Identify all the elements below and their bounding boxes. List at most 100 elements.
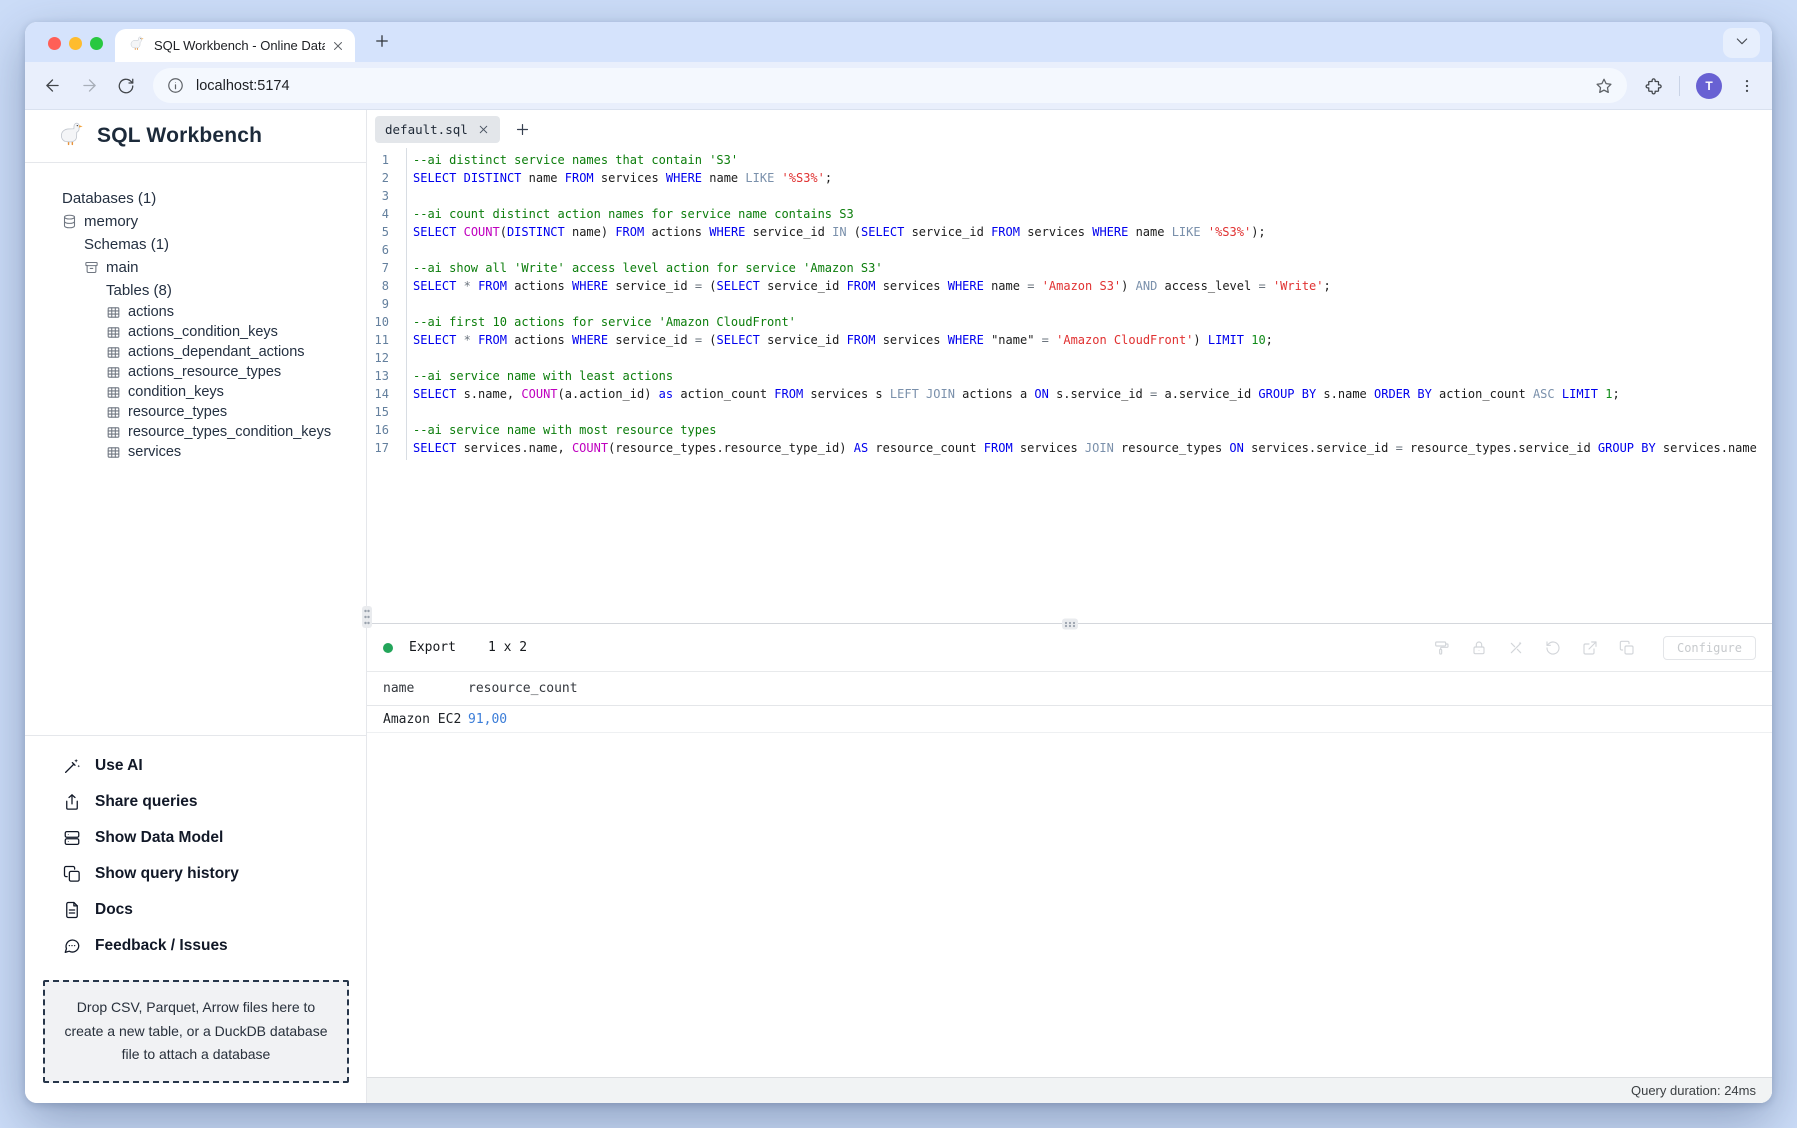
- statusbar: Query duration: 24ms: [367, 1077, 1772, 1103]
- sidebar-table-item[interactable]: resource_types: [106, 402, 356, 422]
- tab-close-icon[interactable]: [331, 39, 345, 53]
- line-number: 16: [367, 421, 389, 439]
- code-line: [413, 349, 1772, 367]
- tree-schema-main[interactable]: main: [84, 256, 356, 279]
- goose-logo-icon: [58, 120, 85, 152]
- tab-search-button[interactable]: [1723, 28, 1760, 58]
- site-info-icon[interactable]: [167, 77, 184, 94]
- sidebar-table-item[interactable]: actions_resource_types: [106, 362, 356, 382]
- code-line: [413, 241, 1772, 259]
- tree-database-memory[interactable]: memory: [62, 210, 356, 233]
- maximize-window-button[interactable]: [90, 37, 103, 50]
- table-icon: [106, 385, 121, 400]
- extensions-icon[interactable]: [1645, 77, 1663, 95]
- address-bar[interactable]: localhost:5174: [153, 68, 1627, 103]
- sidebar-table-item[interactable]: actions_condition_keys: [106, 322, 356, 342]
- tree-tables-label: Tables (8): [106, 279, 356, 302]
- table-icon: [106, 345, 121, 360]
- results-resize-handle[interactable]: [1062, 619, 1078, 630]
- code-line: [413, 403, 1772, 421]
- table-row[interactable]: Amazon EC291,00: [367, 706, 1772, 733]
- format-wand-icon[interactable]: [1508, 640, 1524, 656]
- tree-databases-label: Databases (1): [62, 187, 356, 210]
- paint-roller-icon[interactable]: [1434, 640, 1450, 656]
- editor-tab-close-icon[interactable]: [477, 123, 490, 136]
- share-icon: [63, 793, 81, 811]
- results-panel: Export 1 x 2 Configure nameresource_coun…: [367, 624, 1772, 1103]
- line-number: 5: [367, 223, 389, 241]
- sidebar-menu: Use AIShare queriesShow Data ModelShow q…: [25, 735, 366, 972]
- code-line: SELECT services.name, COUNT(resource_typ…: [413, 439, 1772, 457]
- new-tab-button[interactable]: [373, 32, 391, 50]
- sql-editor[interactable]: 1234567891011121314151617 --ai distinct …: [367, 148, 1772, 624]
- browser-toolbar: localhost:5174 T: [25, 62, 1772, 110]
- results-header: Export 1 x 2 Configure: [367, 624, 1772, 672]
- line-number: 9: [367, 295, 389, 313]
- results-table-header: nameresource_count: [367, 672, 1772, 706]
- sidebar-table-item[interactable]: services: [106, 442, 356, 462]
- sidebar-table-item[interactable]: actions: [106, 302, 356, 322]
- column-header[interactable]: name: [383, 681, 468, 696]
- bookmark-star-icon[interactable]: [1595, 77, 1613, 95]
- tree-schemas-label: Schemas (1): [84, 233, 356, 256]
- results-table: nameresource_count Amazon EC291,00: [367, 672, 1772, 733]
- minimize-window-button[interactable]: [69, 37, 82, 50]
- table-icon: [106, 325, 121, 340]
- code-line: --ai first 10 actions for service 'Amazo…: [413, 313, 1772, 331]
- line-number: 10: [367, 313, 389, 331]
- wand-sparkles-icon: [63, 757, 81, 775]
- browser-tab-title: SQL Workbench - Online Data: [154, 38, 325, 53]
- lock-icon[interactable]: [1471, 640, 1487, 656]
- back-button[interactable]: [43, 76, 62, 95]
- column-header[interactable]: resource_count: [468, 681, 578, 696]
- sidebar-resize-handle[interactable]: [362, 606, 372, 628]
- menu-item-share-queries[interactable]: Share queries: [25, 784, 366, 820]
- menu-item-docs[interactable]: Docs: [25, 892, 366, 928]
- sidebar-table-item[interactable]: actions_dependant_actions: [106, 342, 356, 362]
- schema-icon: [84, 260, 99, 275]
- editor-tab-default-sql[interactable]: default.sql: [375, 116, 500, 143]
- app-title: SQL Workbench: [97, 124, 262, 148]
- browser-menu-icon[interactable]: [1738, 77, 1756, 95]
- forward-button[interactable]: [80, 76, 99, 95]
- new-query-tab-button[interactable]: [514, 121, 531, 138]
- external-link-icon[interactable]: [1582, 640, 1598, 656]
- browser-tab[interactable]: SQL Workbench - Online Data: [115, 29, 355, 62]
- dropzone-text: Drop CSV, Parquet, Arrow files here to c…: [60, 996, 332, 1067]
- copy-icon[interactable]: [1619, 640, 1635, 656]
- editor-tabbar: default.sql: [367, 110, 1772, 148]
- feedback-icon: [63, 937, 81, 955]
- url-text[interactable]: localhost:5174: [196, 78, 1583, 94]
- profile-avatar[interactable]: T: [1696, 73, 1722, 99]
- sql-code[interactable]: --ai distinct service names that contain…: [407, 148, 1772, 623]
- reload-button[interactable]: [117, 77, 135, 95]
- query-duration: Query duration: 24ms: [1631, 1083, 1756, 1098]
- window-controls[interactable]: [48, 37, 103, 50]
- app-header: SQL Workbench: [25, 110, 366, 163]
- line-number: 3: [367, 187, 389, 205]
- menu-item-use-ai[interactable]: Use AI: [25, 748, 366, 784]
- grip-dots-icon: [1064, 620, 1076, 628]
- line-number: 11: [367, 331, 389, 349]
- menu-item-feedback-issues[interactable]: Feedback / Issues: [25, 928, 366, 964]
- table-icon: [106, 365, 121, 380]
- export-button[interactable]: Export: [409, 640, 456, 655]
- sidebar-table-item[interactable]: resource_types_condition_keys: [106, 422, 356, 442]
- code-line: [413, 187, 1772, 205]
- code-line: SELECT * FROM actions WHERE service_id =…: [413, 277, 1772, 295]
- code-line: --ai service name with least actions: [413, 367, 1772, 385]
- line-number: 8: [367, 277, 389, 295]
- sidebar-table-item[interactable]: condition_keys: [106, 382, 356, 402]
- menu-item-show-data-model[interactable]: Show Data Model: [25, 820, 366, 856]
- configure-button[interactable]: Configure: [1663, 636, 1756, 660]
- code-line: --ai service name with most resource typ…: [413, 421, 1772, 439]
- line-number: 13: [367, 367, 389, 385]
- table-icon: [106, 405, 121, 420]
- menu-item-show-query-history[interactable]: Show query history: [25, 856, 366, 892]
- file-dropzone[interactable]: Drop CSV, Parquet, Arrow files here to c…: [43, 980, 349, 1083]
- line-number: 2: [367, 169, 389, 187]
- undo-icon[interactable]: [1545, 640, 1561, 656]
- close-window-button[interactable]: [48, 37, 61, 50]
- code-line: SELECT * FROM actions WHERE service_id =…: [413, 331, 1772, 349]
- database-tree: Databases (1) memory Schemas (1) main Ta…: [25, 163, 366, 462]
